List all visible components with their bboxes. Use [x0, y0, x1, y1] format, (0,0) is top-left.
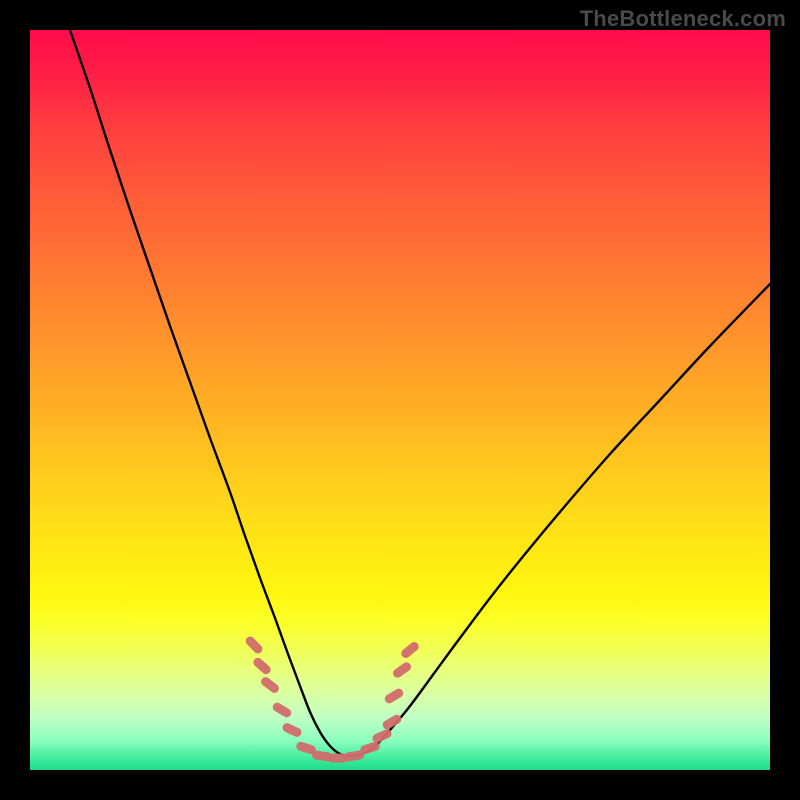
valley-markers [244, 635, 421, 763]
curve-layer [30, 30, 770, 770]
valley-marker [252, 656, 273, 676]
valley-marker [383, 687, 405, 705]
valley-marker [244, 635, 264, 656]
valley-marker [391, 661, 413, 680]
watermark-text: TheBottleneck.com [580, 6, 786, 32]
valley-marker [399, 640, 420, 660]
valley-marker [281, 722, 303, 739]
valley-marker [371, 728, 393, 744]
valley-marker [259, 675, 280, 694]
bottleneck-curve [70, 30, 770, 756]
valley-marker [359, 741, 381, 756]
chart-frame: TheBottleneck.com [0, 0, 800, 800]
valley-marker [271, 701, 293, 719]
